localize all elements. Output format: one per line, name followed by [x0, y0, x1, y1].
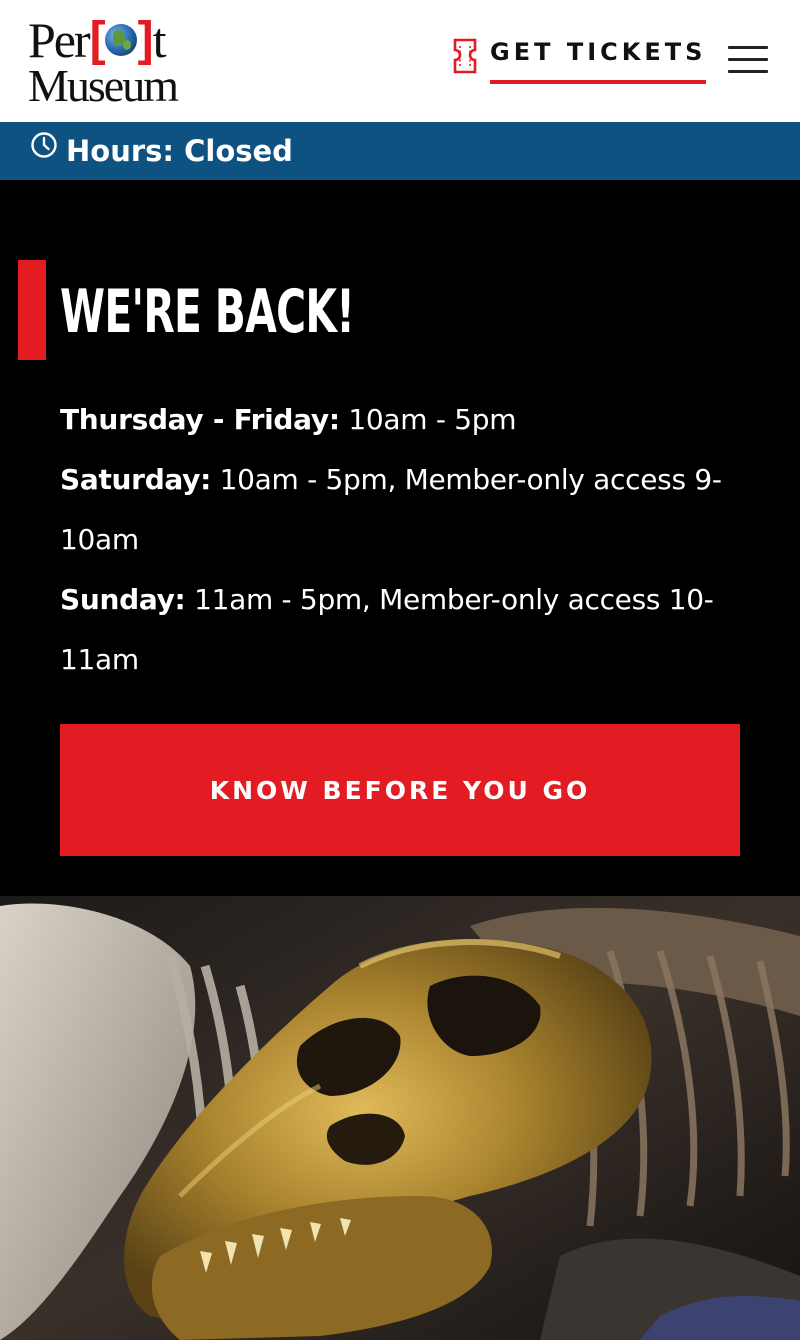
logo-text-museum: Museum: [28, 60, 179, 111]
schedule-day: Saturday:: [60, 463, 212, 496]
perot-museum-logo[interactable]: Per [ ] t Museum: [28, 12, 198, 111]
dinosaur-fossil-illustration: [0, 896, 800, 1340]
ticket-icon: [453, 38, 477, 74]
hours-status-bar[interactable]: Hours: Closed: [0, 122, 800, 180]
hamburger-menu-icon[interactable]: [728, 44, 770, 76]
section-title: WE'RE BACK!: [60, 277, 355, 347]
schedule-day: Sunday:: [60, 583, 186, 616]
know-before-you-go-button[interactable]: KNOW BEFORE YOU GO: [60, 724, 740, 856]
schedule-day: Thursday - Friday:: [60, 403, 340, 436]
hours-status-text: Hours: Closed: [66, 134, 293, 168]
reopening-section: WE'RE BACK! Thursday - Friday: 10am - 5p…: [0, 180, 800, 896]
clock-icon: [31, 132, 57, 158]
title-accent-bar: [18, 260, 46, 360]
schedule-row: Sunday: 11am - 5pm, Member-only access 1…: [60, 570, 750, 690]
hero-dinosaur-image: [0, 896, 800, 1340]
schedule-row: Saturday: 10am - 5pm, Member-only access…: [60, 450, 750, 570]
get-tickets-link[interactable]: GET TICKETS: [452, 36, 707, 84]
schedule-list: Thursday - Friday: 10am - 5pm Saturday: …: [60, 390, 750, 690]
know-before-you-go-label: KNOW BEFORE YOU GO: [209, 775, 591, 805]
globe-icon: [104, 24, 137, 56]
get-tickets-label: GET TICKETS: [490, 36, 707, 84]
schedule-hours: 10am - 5pm: [339, 403, 517, 436]
site-header: Per [ ] t Museum GET TICKETS: [0, 0, 800, 122]
schedule-row: Thursday - Friday: 10am - 5pm: [60, 390, 750, 450]
